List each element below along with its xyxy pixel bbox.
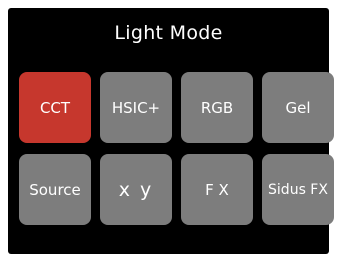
mode-button-source[interactable]: Source (19, 154, 91, 225)
mode-button-xy[interactable]: x y (100, 154, 172, 225)
mode-button-rgb[interactable]: RGB (181, 72, 253, 143)
mode-button-gel[interactable]: Gel (262, 72, 334, 143)
screen-title: Light Mode (114, 22, 223, 44)
mode-button-fx[interactable]: F X (181, 154, 253, 225)
device-frame: Light Mode CCT HSIC+ RGB Gel Source x y … (0, 0, 337, 259)
mode-button-hsic[interactable]: HSIC+ (100, 72, 172, 143)
mode-button-sidus-fx[interactable]: Sidus FX (262, 154, 334, 225)
mode-button-cct[interactable]: CCT (19, 72, 91, 143)
light-mode-screen: Light Mode CCT HSIC+ RGB Gel Source x y … (8, 8, 334, 254)
